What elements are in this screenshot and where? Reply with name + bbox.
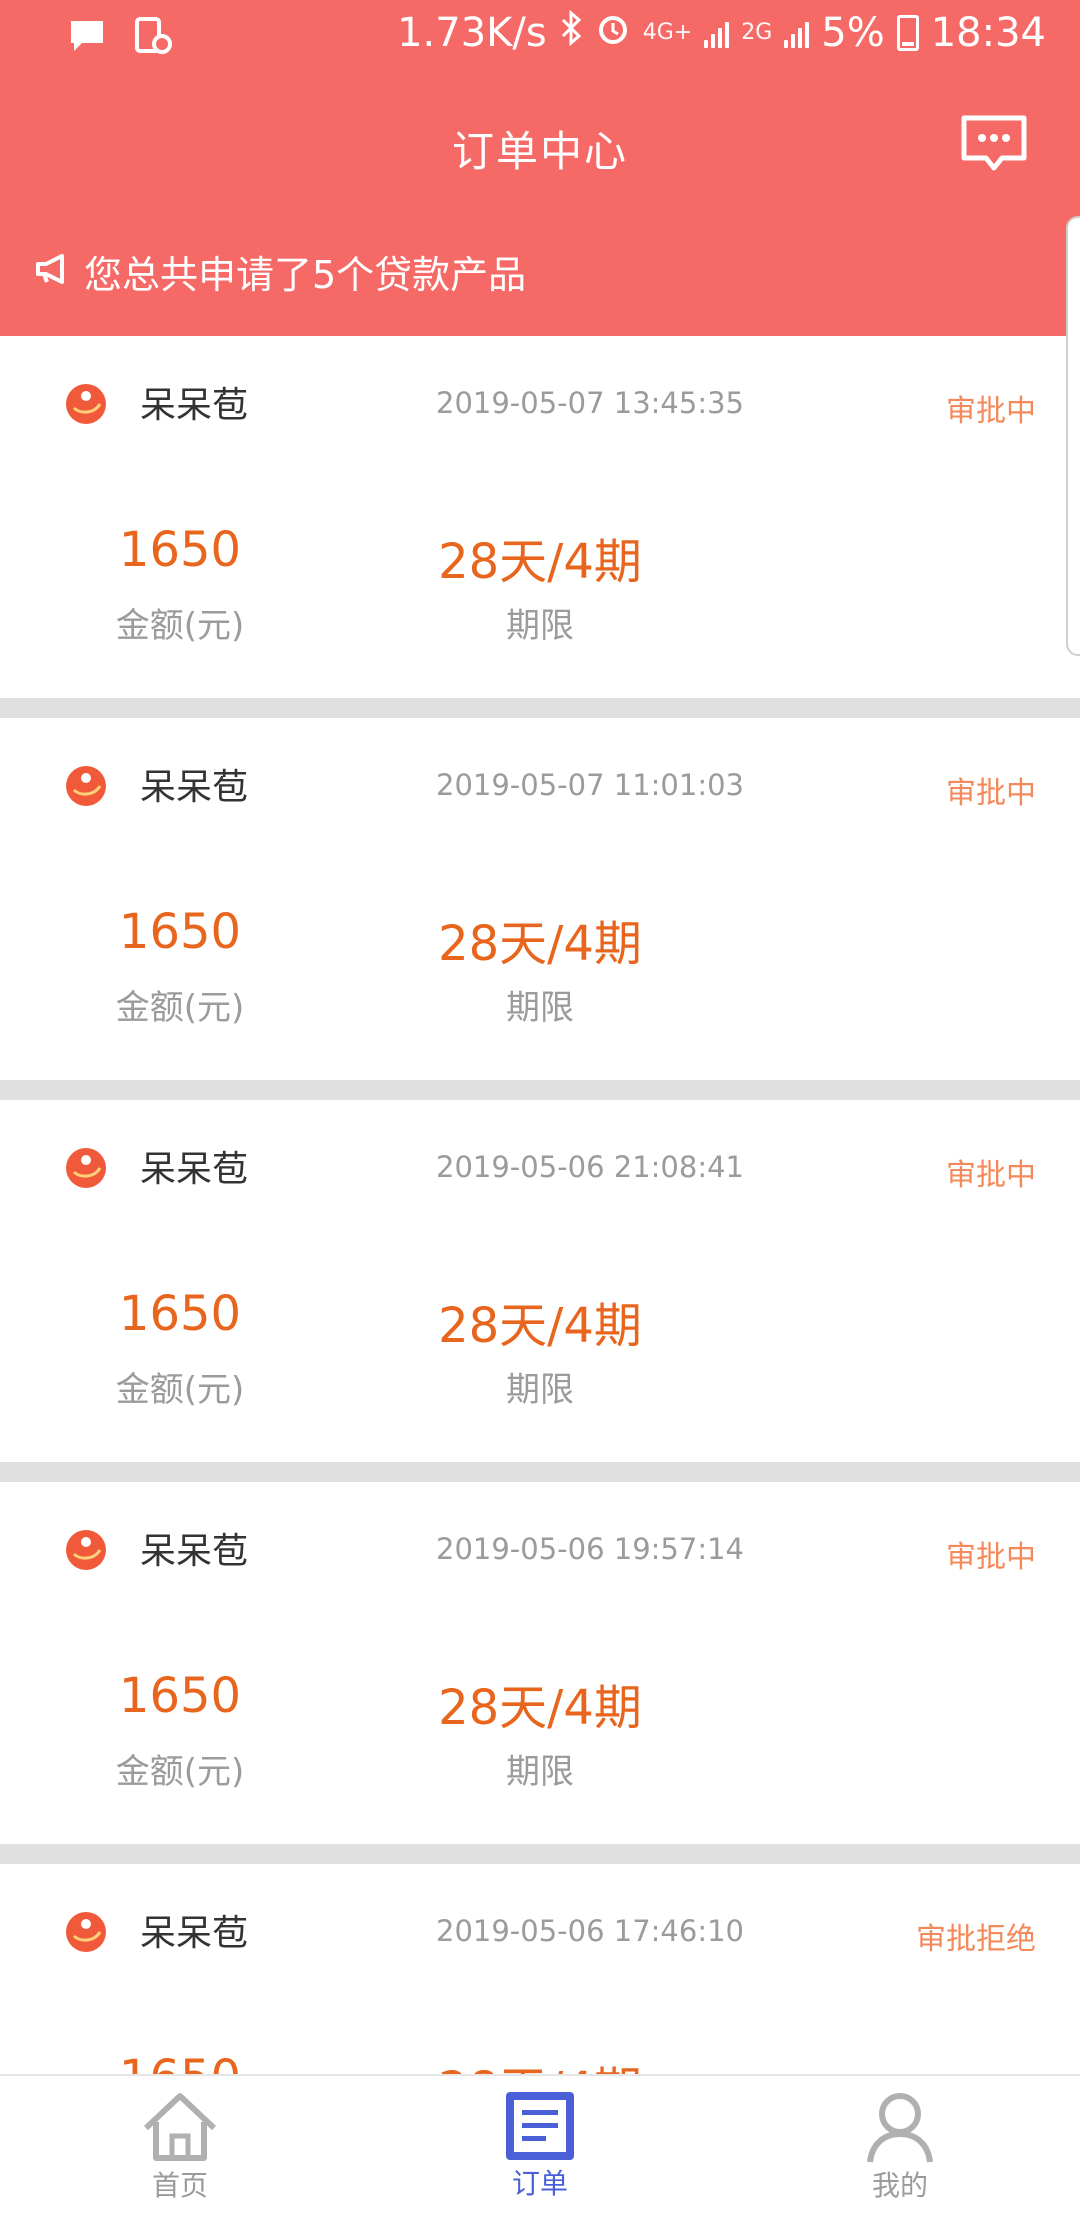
term-label: 期限 [506,606,574,646]
order-time: 2019-05-07 11:01:03 [436,768,744,802]
brand-name: 呆呆苞 [140,1913,249,1954]
notice-text: 您总共申请了5个贷款产品 [84,253,527,297]
tab-home[interactable]: 首页 [80,2090,280,2204]
amount-label: 金额(元) [115,988,245,1028]
loan-amount: 1650 [64,2050,296,2074]
tab-orders-label: 订单 [511,2167,568,2200]
megaphone-icon [34,250,70,294]
chat-bubble-icon [961,115,1027,171]
term-label: 期限 [506,1370,574,1410]
tab-home-label: 首页 [151,2169,208,2202]
profile-icon [867,2093,933,2163]
tab-profile-label: 我的 [871,2169,928,2202]
divider [0,1462,1080,1482]
brand-logo-icon [64,1528,108,1572]
order-list[interactable]: 呆呆苞 2019-05-07 13:45:35 审批中 1650 金额(元) 2… [0,336,1080,2074]
order-status: 审批拒绝 [916,1922,1036,1957]
order-status: 审批中 [946,1158,1036,1193]
alarm-icon [595,10,631,56]
amount-label: 金额(元) [115,606,245,646]
order-time: 2019-05-06 17:46:10 [436,1914,744,1948]
divider [0,1844,1080,1864]
amount-label: 金额(元) [115,1370,245,1410]
order-time: 2019-05-07 13:45:35 [436,386,744,420]
order-card[interactable]: 呆呆苞 2019-05-07 11:01:03 审批中 1650 金额(元) 2… [0,718,1080,1080]
brand-name: 呆呆苞 [140,1149,249,1190]
loan-term: 28天/4期 [438,1298,642,1354]
term-label: 期限 [506,988,574,1028]
network-4g-label: 4G+ [642,20,693,45]
brand-logo-icon [64,382,108,426]
order-time: 2019-05-06 21:08:41 [436,1150,744,1184]
orders-icon [506,2092,574,2160]
brand-logo-icon [64,1146,108,1190]
brand-logo-icon [64,1910,108,1954]
order-status: 审批中 [946,394,1036,429]
header-bar: 1.73K/s 4G+ 2G 5% 18:34 订单中心 您总共申请了5个贷款产… [0,0,1080,336]
bottom-tab-bar: 首页 订单 我的 [0,2074,1080,2220]
order-card[interactable]: 呆呆苞 2019-05-06 17:46:10 审批拒绝 1650 金额(元) … [0,1864,1080,2074]
signal-icon [704,18,730,48]
message-notification-icon [68,18,106,64]
loan-amount: 1650 [118,904,242,960]
brand-name: 呆呆苞 [140,1531,249,1572]
screen-record-icon [134,16,172,66]
page-title: 订单中心 [451,127,628,176]
order-status: 审批中 [946,1540,1036,1575]
divider [0,698,1080,718]
message-button[interactable] [958,112,1030,178]
battery-icon [896,15,919,51]
clock: 18:34 [930,10,1046,56]
loan-term: 28天/4期 [438,534,642,590]
loan-amount: 1650 [118,1286,242,1342]
loan-term: 28天/4期 [420,2050,660,2074]
order-time: 2019-05-06 19:57:14 [436,1532,744,1566]
notice-banner: 您总共申请了5个贷款产品 [34,244,526,299]
side-drawer-handle[interactable] [1066,216,1080,656]
loan-amount: 1650 [118,1668,242,1724]
loan-term: 28天/4期 [438,1680,642,1736]
divider [0,1080,1080,1100]
brand-name: 呆呆苞 [140,385,249,426]
bluetooth-icon [559,9,583,56]
term-label: 期限 [506,1752,574,1792]
amount-label: 金额(元) [115,1752,245,1792]
brand-name: 呆呆苞 [140,767,249,808]
status-bar: 1.73K/s 4G+ 2G 5% 18:34 [0,0,1080,72]
brand-logo-icon [64,764,108,808]
order-card[interactable]: 呆呆苞 2019-05-07 13:45:35 审批中 1650 金额(元) 2… [0,336,1080,698]
battery-percent: 5% [821,10,885,56]
loan-term: 28天/4期 [438,916,642,972]
home-icon [143,2093,217,2161]
tab-profile[interactable]: 我的 [800,2090,1000,2204]
order-status: 审批中 [946,776,1036,811]
order-card[interactable]: 呆呆苞 2019-05-06 19:57:14 审批中 1650 金额(元) 2… [0,1482,1080,1844]
loan-amount: 1650 [118,522,242,578]
signal-2g-icon [784,18,810,48]
order-card[interactable]: 呆呆苞 2019-05-06 21:08:41 审批中 1650 金额(元) 2… [0,1100,1080,1462]
tab-orders[interactable]: 订单 [440,2090,640,2202]
network-speed: 1.73K/s [397,10,547,56]
network-2g-label: 2G [741,20,773,45]
